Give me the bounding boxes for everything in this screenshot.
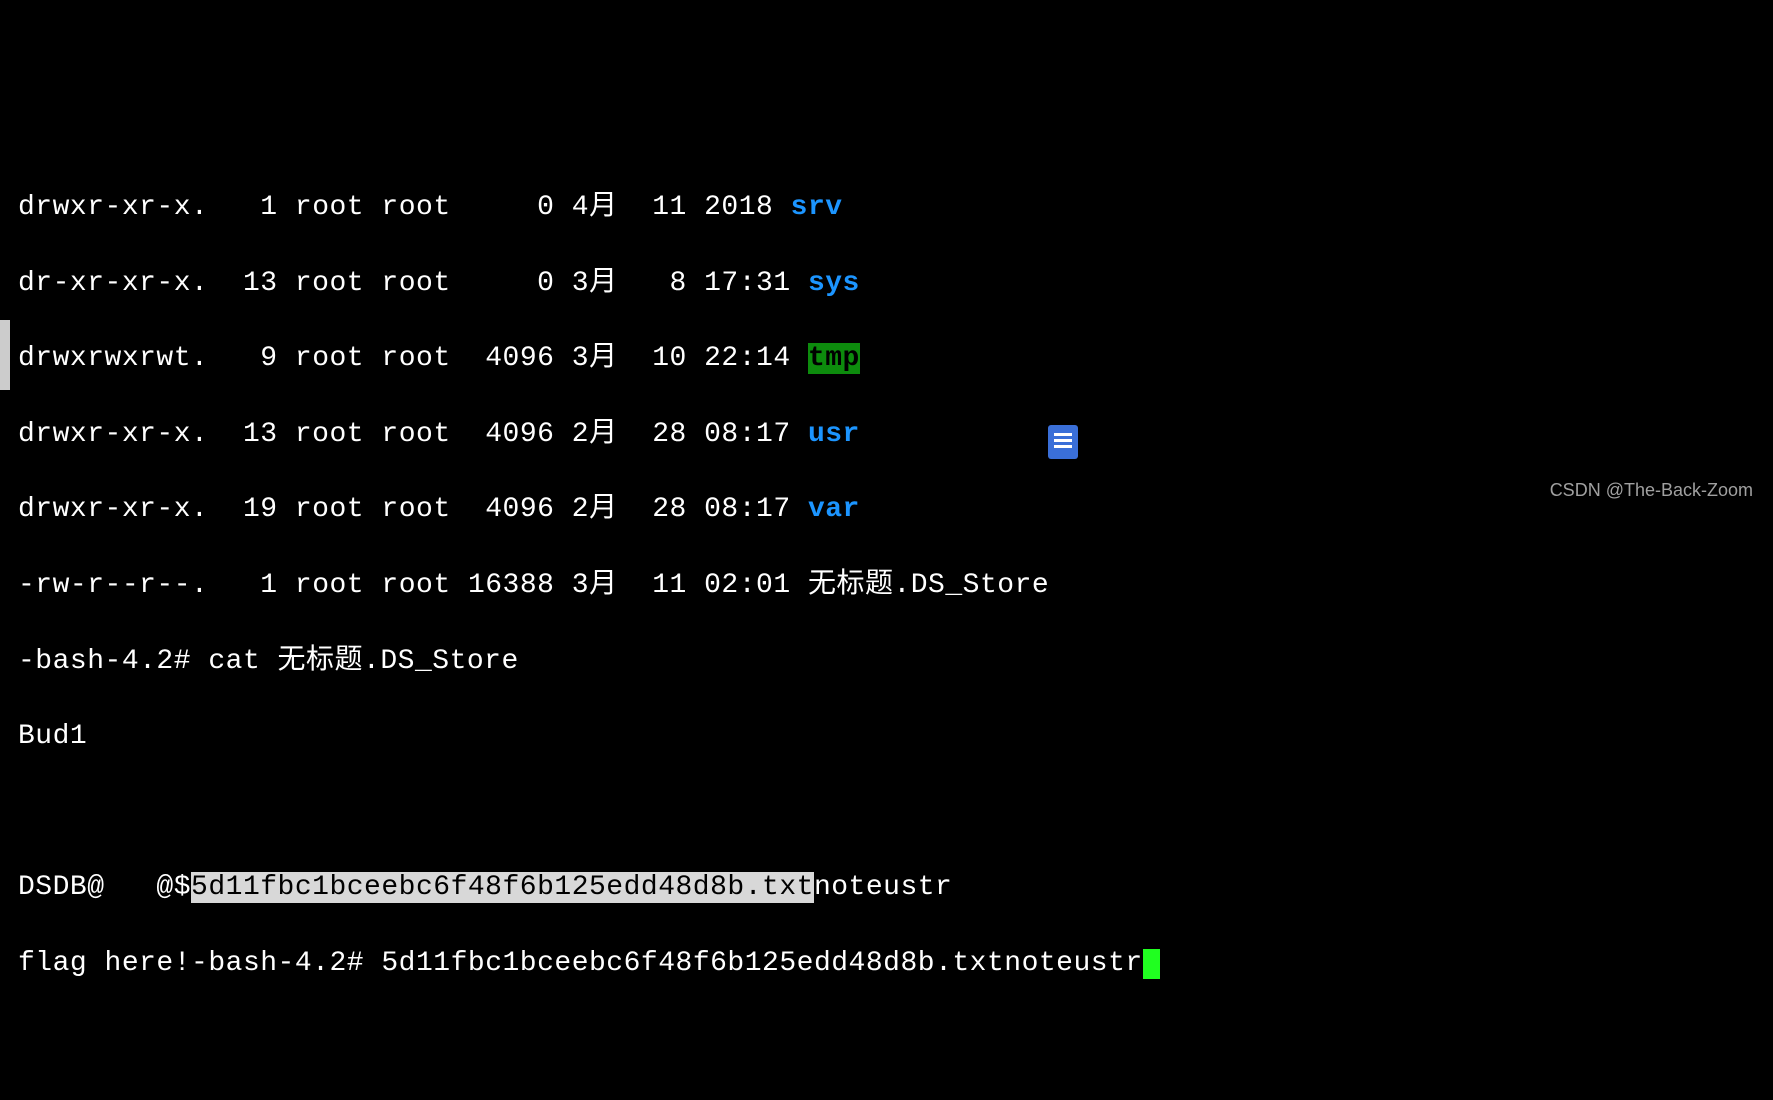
cat-command: cat 无标题.DS_Store <box>208 646 518 677</box>
cat-output-line: DSDB@ @$5d11fbc1bceebc6f48f6b125edd48d8b… <box>18 869 1773 907</box>
flag-text: flag here! <box>18 948 191 979</box>
ls-row: -rw-r--r--. 1 root root 16388 3月 11 02:0… <box>18 567 1773 605</box>
file-ds-store: 无标题.DS_Store <box>808 570 1049 601</box>
cat-output: Bud1 <box>18 718 1773 756</box>
dir-sys: sys <box>808 268 860 299</box>
ls-row: drwxr-xr-x. 19 root root 4096 2月 28 08:1… <box>18 491 1773 529</box>
dir-srv: srv <box>791 192 843 223</box>
prompt-line: -bash-4.2# cat 无标题.DS_Store <box>18 643 1773 681</box>
selected-text[interactable]: 5d11fbc1bceebc6f48f6b125edd48d8b.txt <box>191 872 814 903</box>
ls-row: dr-xr-xr-x. 13 root root 0 3月 8 17:31 sy… <box>18 265 1773 303</box>
watermark-text: CSDN @The-Back-Zoom <box>1550 478 1753 502</box>
ls-row: drwxrwxrwt. 9 root root 4096 3月 10 22:14… <box>18 340 1773 378</box>
dir-var: var <box>808 494 860 525</box>
scrollbar-thumb[interactable] <box>0 320 10 390</box>
cursor-icon <box>1143 949 1160 979</box>
dir-tmp: tmp <box>808 343 860 374</box>
shell-prompt: -bash-4.2# <box>18 646 208 677</box>
terminal-output[interactable]: drwxr-xr-x. 1 root root 0 4月 11 2018 srv… <box>0 151 1773 1020</box>
ls-row: drwxr-xr-x. 1 root root 0 4月 11 2018 srv <box>18 189 1773 227</box>
ls-row: drwxr-xr-x. 13 root root 4096 2月 28 08:1… <box>18 416 1773 454</box>
shell-prompt: -bash-4.2# <box>191 948 381 979</box>
cat-output-line: flag here!-bash-4.2# 5d11fbc1bceebc6f48f… <box>18 945 1773 983</box>
dir-usr: usr <box>808 419 860 450</box>
document-icon[interactable] <box>1048 425 1078 459</box>
